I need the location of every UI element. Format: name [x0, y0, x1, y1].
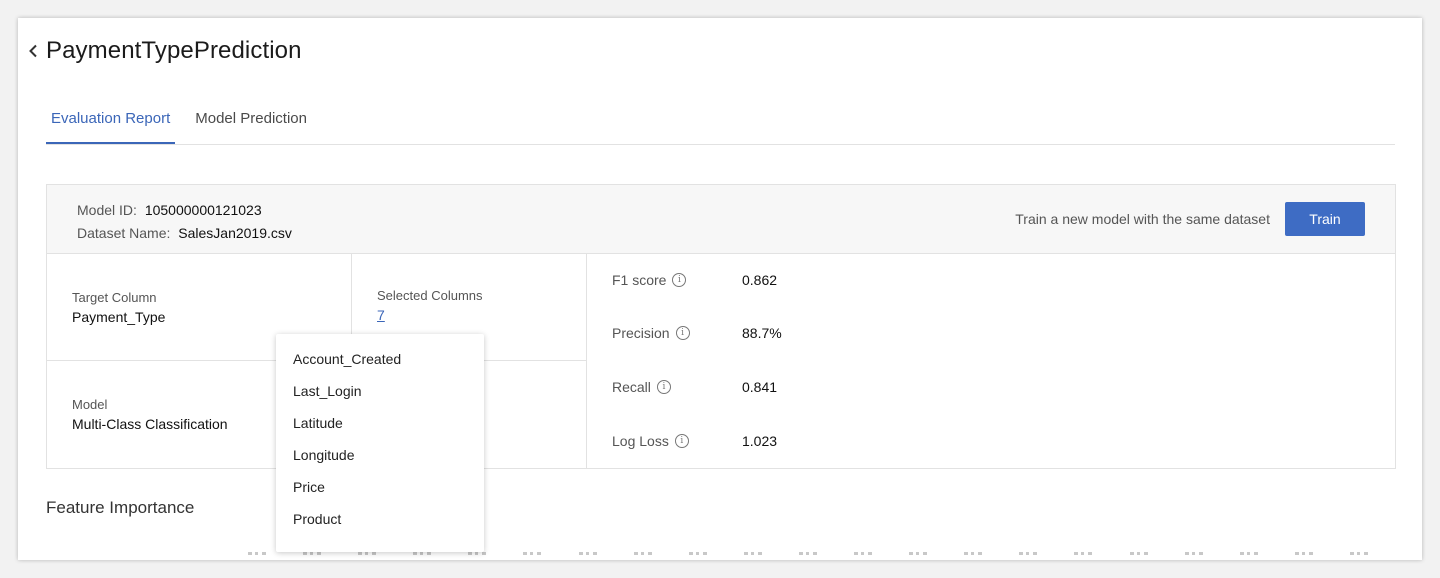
model-type-value: Multi-Class Classification: [72, 416, 228, 432]
tab-evaluation-report[interactable]: Evaluation Report: [46, 104, 176, 144]
metric-name: Log Loss: [612, 433, 669, 449]
model-id-label: Model ID:: [77, 202, 137, 218]
metric-value: 0.862: [742, 272, 778, 288]
axis-tick: [854, 552, 873, 560]
axis-tick: [413, 552, 432, 560]
selected-columns-count-link[interactable]: 7: [377, 307, 385, 323]
model-summary-bar: Model ID: 105000000121023 Dataset Name: …: [47, 185, 1395, 254]
dataset-name-value: SalesJan2019.csv: [178, 225, 292, 241]
axis-tick: [358, 552, 377, 560]
metrics-panel: F1 score i 0.862 Precision i 88.7% Recal…: [587, 254, 1395, 468]
train-area: Train a new model with the same dataset …: [1015, 202, 1365, 236]
train-hint-text: Train a new model with the same dataset: [1015, 211, 1270, 227]
axis-tick: [578, 552, 597, 560]
target-column-label: Target Column: [72, 290, 157, 305]
metric-name: F1 score: [612, 272, 667, 288]
model-meta: Model ID: 105000000121023 Dataset Name: …: [77, 199, 292, 245]
model-details-grid: Target Column Payment_Type Selected Colu…: [47, 254, 1395, 468]
info-icon[interactable]: i: [675, 326, 690, 340]
dropdown-item[interactable]: Latitude: [276, 410, 484, 442]
dropdown-item[interactable]: Longitude: [276, 442, 484, 474]
feature-importance-title: Feature Importance: [46, 498, 195, 517]
page-header: PaymentTypePrediction: [18, 36, 302, 66]
selected-columns-dropdown: Account_Created Last_Login Latitude Long…: [276, 334, 484, 552]
evaluation-card: PaymentTypePrediction Evaluation Report …: [18, 18, 1422, 560]
dataset-name-label: Dataset Name:: [77, 225, 171, 241]
metric-f1-score: F1 score i 0.862: [612, 270, 777, 290]
axis-tick: [688, 552, 707, 560]
metric-precision: Precision i 88.7%: [612, 323, 782, 343]
metric-recall: Recall i 0.841: [612, 377, 777, 397]
selected-columns-label: Selected Columns: [377, 288, 483, 303]
info-icon[interactable]: i: [674, 434, 689, 448]
axis-tick: [248, 552, 266, 560]
train-button[interactable]: Train: [1285, 202, 1365, 236]
metric-value: 88.7%: [742, 325, 782, 341]
axis-tick: [523, 552, 542, 560]
axis-tick: [633, 552, 652, 560]
dropdown-item[interactable]: Product: [276, 506, 484, 538]
metric-value: 1.023: [742, 433, 778, 449]
metric-name: Precision: [612, 325, 670, 341]
model-id-value: 105000000121023: [144, 202, 262, 218]
dropdown-item[interactable]: Last_Login: [276, 378, 484, 410]
axis-tick: [743, 552, 762, 560]
axis-tick: [909, 552, 928, 560]
model-info-panel: Model ID: 105000000121023 Dataset Name: …: [46, 184, 1396, 469]
page-title: PaymentTypePrediction: [46, 37, 302, 64]
tab-bar: Evaluation Report Model Prediction: [46, 104, 1395, 145]
info-icon[interactable]: i: [656, 380, 671, 394]
axis-tick: [1184, 552, 1203, 560]
axis-tick: [468, 552, 487, 560]
model-type-label: Model: [72, 397, 108, 412]
metric-log-loss: Log Loss i 1.023: [612, 431, 777, 451]
axis-tick: [1294, 552, 1313, 560]
chevron-left-icon: [29, 44, 37, 58]
axis-tick: [964, 552, 983, 560]
axis-tick: [1239, 552, 1258, 560]
target-column-value: Payment_Type: [72, 309, 166, 325]
axis-tick: [303, 552, 322, 560]
dropdown-item[interactable]: Account_Created: [276, 346, 484, 378]
tab-model-prediction[interactable]: Model Prediction: [190, 104, 312, 143]
dropdown-item[interactable]: Price: [276, 474, 484, 506]
chart-axis-ticks: [248, 552, 1368, 560]
axis-tick: [1349, 552, 1368, 560]
axis-tick: [1019, 552, 1038, 560]
axis-tick: [798, 552, 817, 560]
metric-value: 0.841: [742, 379, 778, 395]
info-icon[interactable]: i: [672, 273, 687, 287]
axis-tick: [1074, 552, 1093, 560]
back-button[interactable]: [20, 36, 46, 66]
axis-tick: [1129, 552, 1148, 560]
metric-name: Recall: [612, 379, 651, 395]
